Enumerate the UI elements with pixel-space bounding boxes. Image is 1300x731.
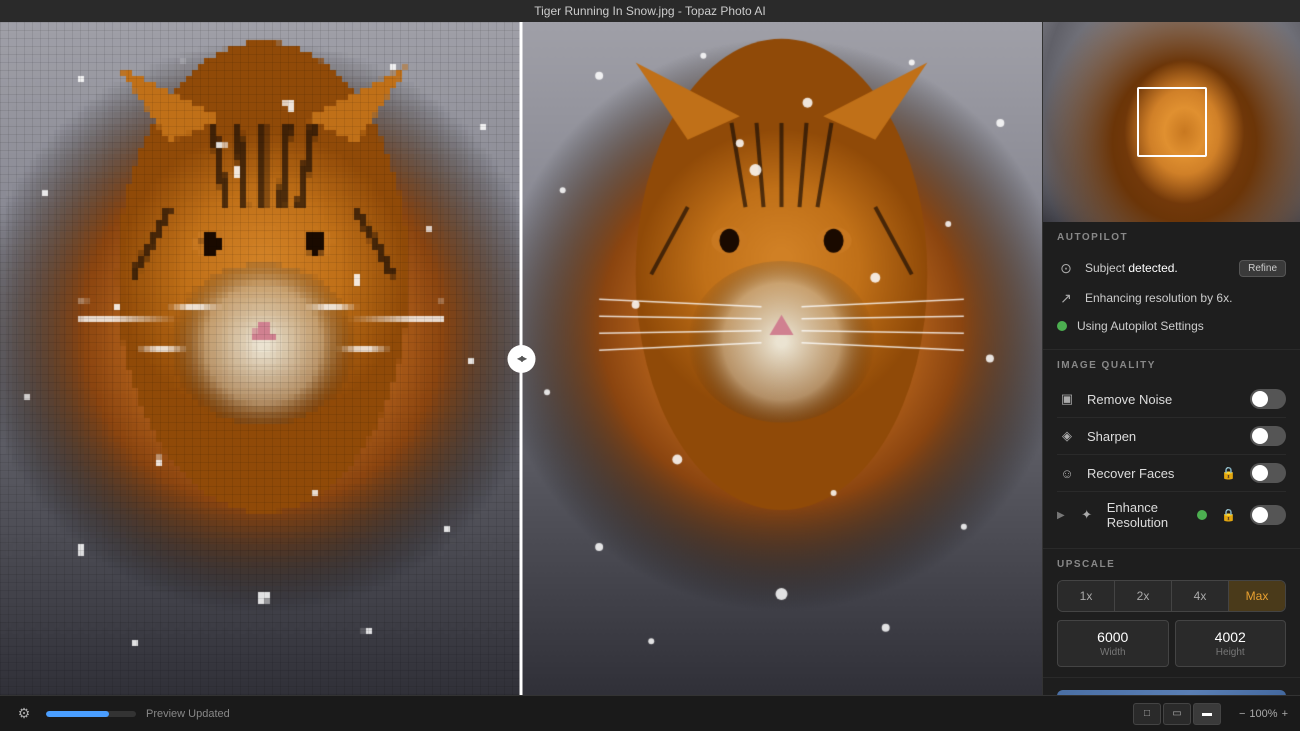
recover-faces-lock-icon: 🔒 [1221,466,1236,480]
dimensions-row: 6000 Width 4002 Height [1057,620,1286,667]
upscale-section: UPSCALE 1x 2x 4x Max 6000 Width 4002 Hei… [1043,549,1300,678]
green-status-dot [1057,321,1067,331]
zoom-control: − 100% + [1239,708,1288,720]
enhance-resolution-lock-icon: 🔒 [1221,508,1236,522]
autopilot-subject-text: Subject detected. [1085,261,1229,275]
enhance-resolution-icon: ✦ [1077,505,1097,525]
width-value: 6000 [1066,629,1160,645]
enhance-resolution-toggle[interactable] [1250,505,1286,525]
upscale-1x-button[interactable]: 1x [1058,581,1115,611]
refine-button[interactable]: Refine [1239,260,1286,277]
sharpen-row: ◈ Sharpen [1057,418,1286,455]
detected-text: detected. [1128,261,1177,275]
recover-faces-label: Recover Faces [1087,466,1211,481]
enhance-active-dot [1197,510,1207,520]
subject-label: Subject [1085,261,1125,275]
expand-icon: ▶ [1057,510,1065,521]
window-title: Tiger Running In Snow.jpg - Topaz Photo … [534,4,765,18]
view-single-button[interactable]: □ [1133,703,1161,725]
zoom-in-icon[interactable]: + [1282,708,1288,720]
remove-noise-icon: ▣ [1057,389,1077,409]
image-quality-section: IMAGE QUALITY ▣ Remove Noise ◈ Sharpen ☺… [1043,350,1300,549]
height-value: 4002 [1184,629,1278,645]
autopilot-subject-row: ⊙ Subject detected. Refine [1057,253,1286,283]
remove-noise-row: ▣ Remove Noise [1057,381,1286,418]
sharpen-toggle[interactable] [1250,426,1286,446]
view-split-button[interactable]: ▭ [1163,703,1191,725]
sharpen-label: Sharpen [1087,429,1240,444]
upscale-title: UPSCALE [1057,559,1286,570]
autopilot-title: AUTOPILOT [1057,232,1286,243]
title-bar: Tiger Running In Snow.jpg - Topaz Photo … [0,0,1300,22]
height-box: 4002 Height [1175,620,1287,667]
resolution-text: Enhancing resolution by 6x. [1085,291,1286,305]
upscale-2x-button[interactable]: 2x [1115,581,1172,611]
settings-icon[interactable]: ⚙ [12,702,36,726]
preview-updated-text: Preview Updated [146,708,1123,720]
thumbnail-area [1043,22,1300,222]
width-label: Width [1066,647,1160,658]
view-compare-button[interactable]: ▬ [1193,703,1221,725]
remove-noise-label: Remove Noise [1087,392,1240,407]
upscale-4x-button[interactable]: 4x [1172,581,1229,611]
thumbnail-frame [1137,87,1207,157]
main-layout: AUTOPILOT ⊙ Subject detected. Refine ↗ E… [0,22,1300,695]
subject-icon: ⊙ [1057,259,1075,277]
settings-text: Using Autopilot Settings [1077,319,1286,333]
width-box: 6000 Width [1057,620,1169,667]
autopilot-resolution-row: ↗ Enhancing resolution by 6x. [1057,283,1286,313]
recover-faces-toggle[interactable] [1250,463,1286,483]
upscale-buttons-group: 1x 2x 4x Max [1057,580,1286,612]
view-controls: □ ▭ ▬ [1133,703,1221,725]
resolution-icon: ↗ [1057,289,1075,307]
autopilot-section: AUTOPILOT ⊙ Subject detected. Refine ↗ E… [1043,222,1300,350]
enhance-resolution-label: Enhance Resolution [1107,500,1187,530]
remove-noise-toggle[interactable] [1250,389,1286,409]
progress-bar-container [46,711,136,717]
after-canvas [521,22,1042,695]
upscale-max-button[interactable]: Max [1229,581,1285,611]
before-canvas [0,22,521,695]
recover-faces-row: ☺ Recover Faces 🔒 [1057,455,1286,492]
height-label: Height [1184,647,1278,658]
divider-handle[interactable] [507,345,535,373]
zoom-out-icon[interactable]: − [1239,708,1245,720]
progress-bar-fill [46,711,109,717]
image-quality-title: IMAGE QUALITY [1057,360,1286,371]
recover-faces-icon: ☺ [1057,463,1077,483]
sharpen-icon: ◈ [1057,426,1077,446]
before-image [0,22,521,695]
split-divider[interactable] [520,22,523,695]
enhance-resolution-row: ▶ ✦ Enhance Resolution 🔒 [1057,492,1286,538]
after-image [521,22,1042,695]
zoom-level: 100% [1249,708,1277,720]
right-panel: AUTOPILOT ⊙ Subject detected. Refine ↗ E… [1042,22,1300,695]
image-split-view [0,22,1042,695]
bottom-bar: ⚙ Preview Updated □ ▭ ▬ − 100% + [0,695,1300,731]
autopilot-settings-row: Using Autopilot Settings [1057,313,1286,339]
